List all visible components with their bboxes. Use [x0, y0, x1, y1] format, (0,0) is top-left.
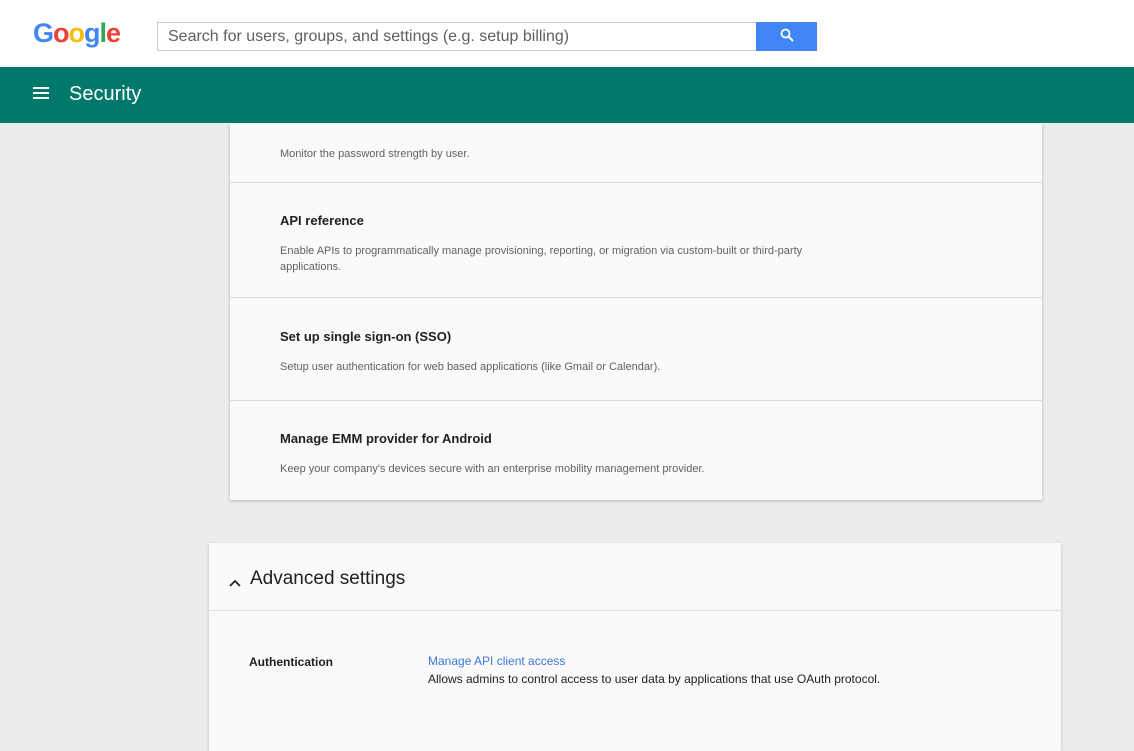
security-settings-card: Monitor the password strength by user. A… — [230, 123, 1042, 500]
card-item-single-sign-on[interactable]: Set up single sign-on (SSO) Setup user a… — [230, 298, 1042, 401]
hamburger-menu-icon — [33, 86, 49, 105]
advanced-settings-panel: Advanced settings Authentication Manage … — [209, 543, 1061, 751]
authentication-label: Authentication — [249, 655, 333, 669]
item-description: Setup user authentication for web based … — [280, 361, 661, 373]
page-header: Security — [0, 67, 1134, 123]
google-logo[interactable]: Google — [33, 18, 121, 49]
page: Google Security — [0, 0, 1134, 751]
item-description: Keep your company's devices secure with … — [280, 463, 705, 475]
manage-api-client-access-link[interactable]: Manage API client access — [428, 654, 565, 668]
card-item-api-reference[interactable]: API reference Enable APIs to programmati… — [230, 183, 1042, 298]
chevron-up-icon — [229, 574, 241, 592]
item-title: API reference — [280, 213, 364, 228]
item-title: Set up single sign-on (SSO) — [280, 329, 452, 344]
main-menu-button[interactable] — [29, 83, 53, 107]
top-bar: Google — [0, 0, 1134, 67]
search-button[interactable] — [756, 22, 817, 51]
search-input[interactable] — [157, 22, 756, 51]
item-title: Manage EMM provider for Android — [280, 431, 492, 446]
item-description: Monitor the password strength by user. — [280, 148, 470, 160]
search-icon — [780, 28, 794, 45]
advanced-settings-title: Advanced settings — [250, 568, 406, 589]
item-description: Enable APIs to programmatically manage p… — [280, 245, 803, 273]
advanced-settings-toggle[interactable]: Advanced settings — [209, 543, 1061, 611]
logo-letter: e — [106, 18, 121, 48]
logo-letter: G — [33, 18, 54, 48]
api-client-access-description: Allows admins to control access to user … — [428, 672, 881, 686]
logo-letter: o — [53, 18, 69, 48]
card-item-emm-provider[interactable]: Manage EMM provider for Android Keep you… — [230, 401, 1042, 500]
card-item-password-monitoring[interactable]: Monitor the password strength by user. — [230, 123, 1042, 183]
logo-letter: g — [84, 18, 100, 48]
page-title: Security — [69, 83, 142, 105]
logo-letter: o — [68, 18, 85, 48]
